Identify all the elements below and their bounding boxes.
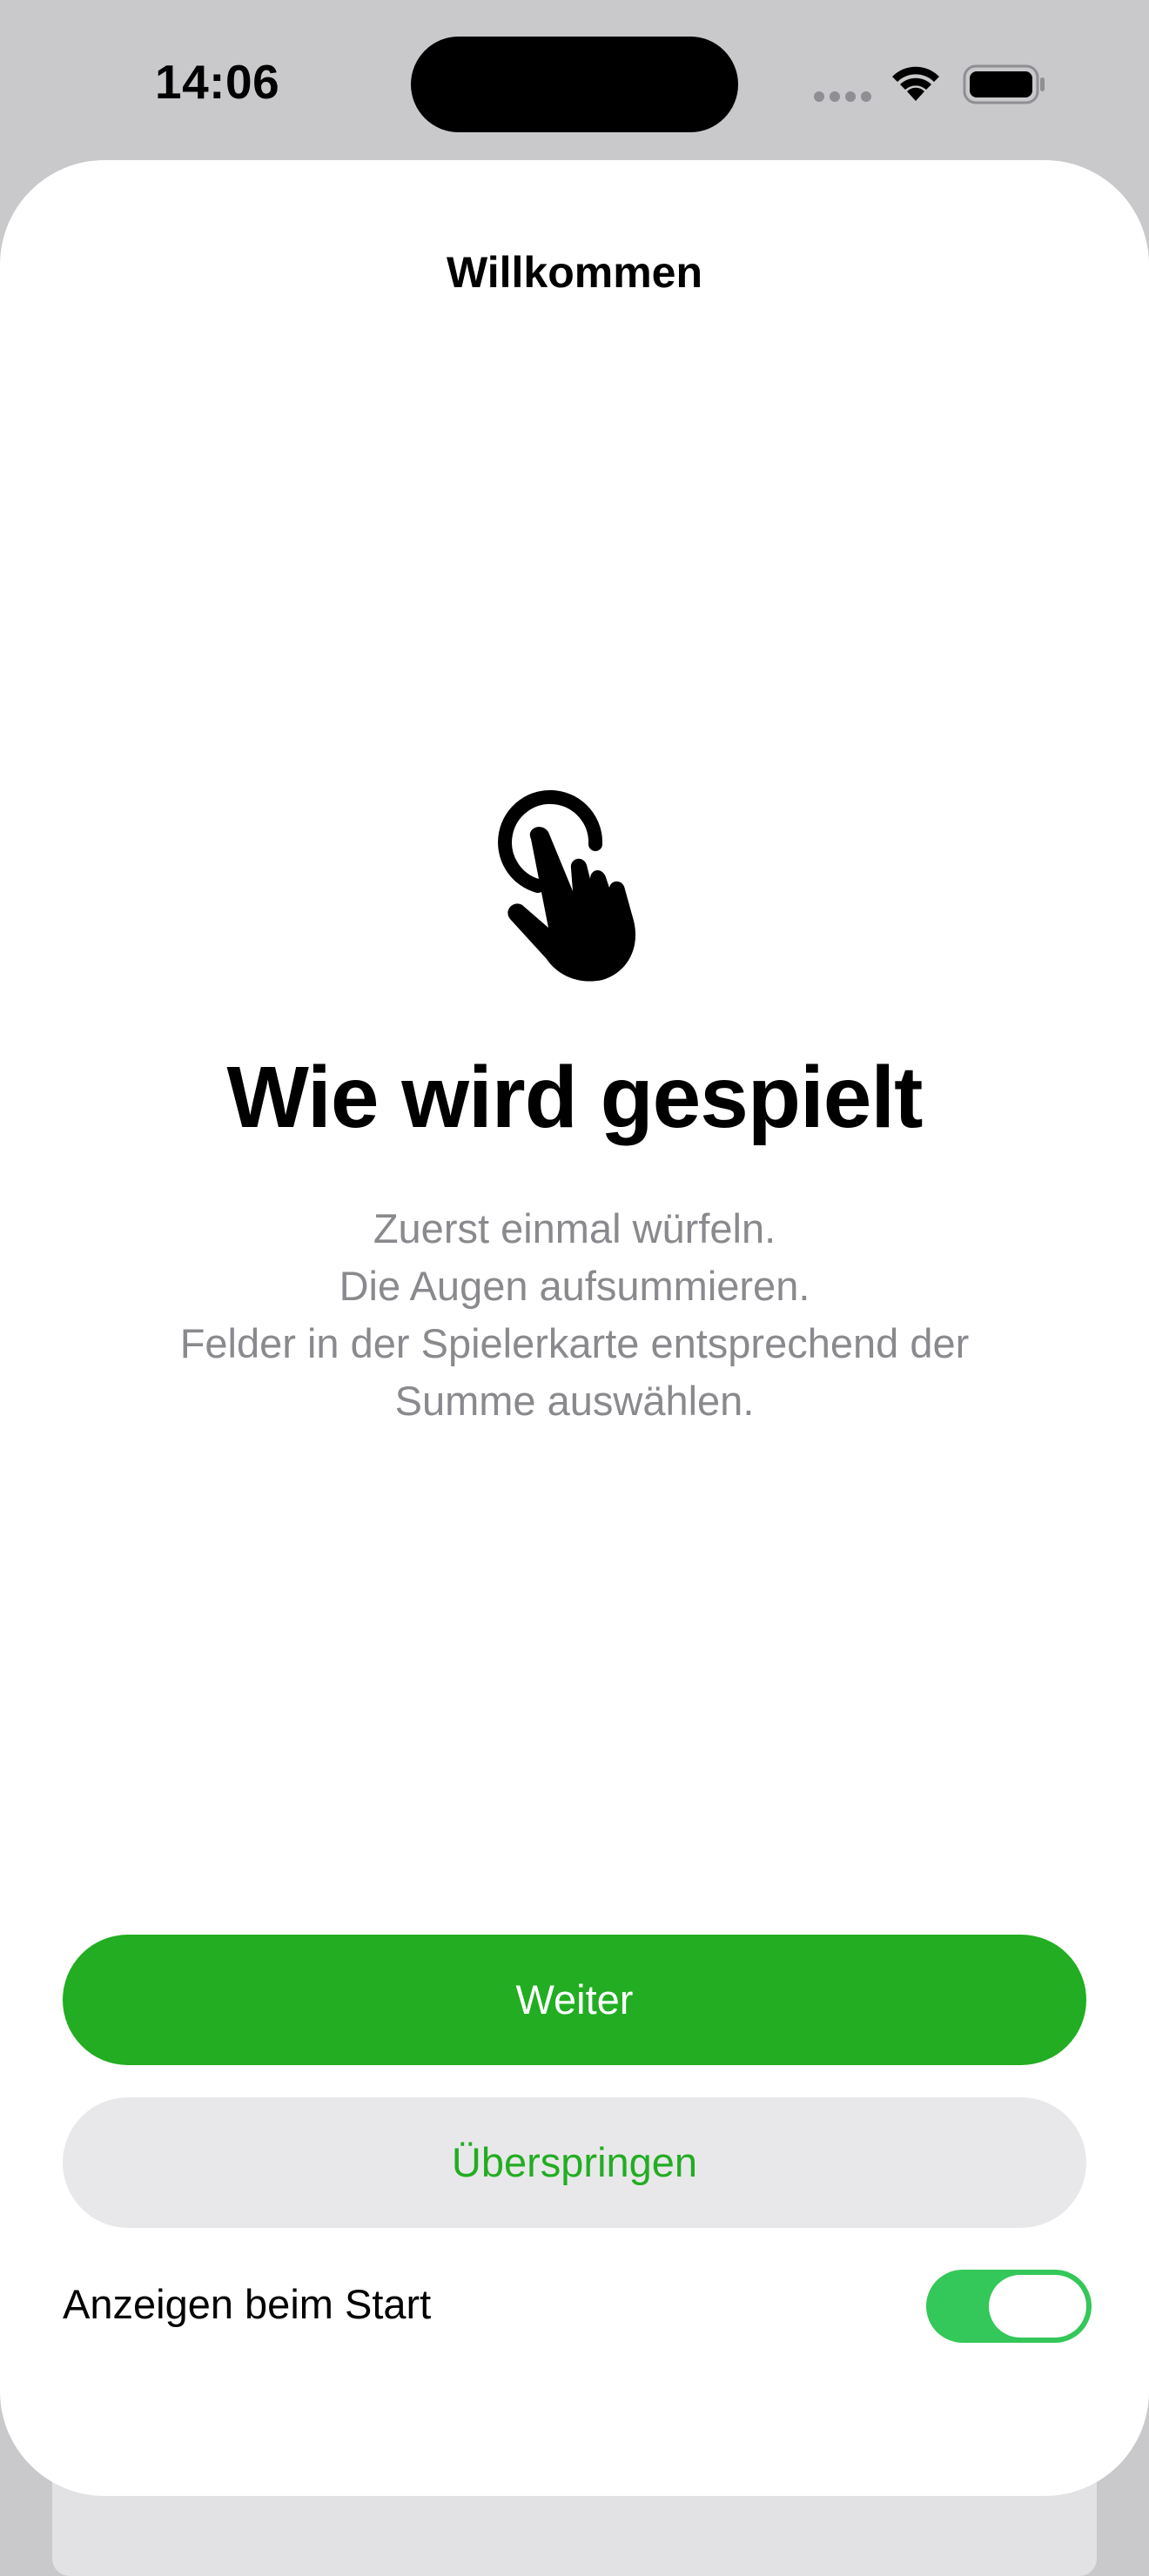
- description-line: Summe auswählen.: [394, 1378, 755, 1424]
- description-line: Felder in der Spielerkarte entsprechend …: [179, 1320, 970, 1366]
- battery-icon: [963, 64, 1045, 104]
- continue-button[interactable]: Weiter: [63, 1935, 1086, 2065]
- description-line: Die Augen aufsummieren.: [339, 1263, 810, 1309]
- wifi-icon: [892, 66, 939, 101]
- cellular-signal-icon: [814, 91, 871, 102]
- dynamic-island: [411, 37, 738, 132]
- hand-tap-icon: [498, 789, 636, 982]
- description-line: Zuerst einmal würfeln.: [373, 1205, 776, 1251]
- status-bar: 14:06: [0, 0, 1149, 157]
- status-time: 14:06: [155, 55, 280, 109]
- show-on-start-row: Anzeigen beim Start: [63, 2270, 1092, 2343]
- show-on-start-toggle[interactable]: [926, 2270, 1092, 2343]
- headline: Wie wird gespielt: [226, 1049, 924, 1146]
- onboarding-sheet: Willkommen Wie wird gespielt Zuerst einm…: [0, 160, 1149, 2496]
- toggle-knob: [989, 2275, 1086, 2338]
- skip-button[interactable]: Überspringen: [63, 2097, 1086, 2228]
- show-on-start-label: Anzeigen beim Start: [63, 2281, 432, 2327]
- status-icons: [810, 59, 1071, 108]
- nav-title: Willkommen: [446, 248, 703, 297]
- description: Zuerst einmal würfeln. Die Augen aufsumm…: [87, 1200, 1062, 1430]
